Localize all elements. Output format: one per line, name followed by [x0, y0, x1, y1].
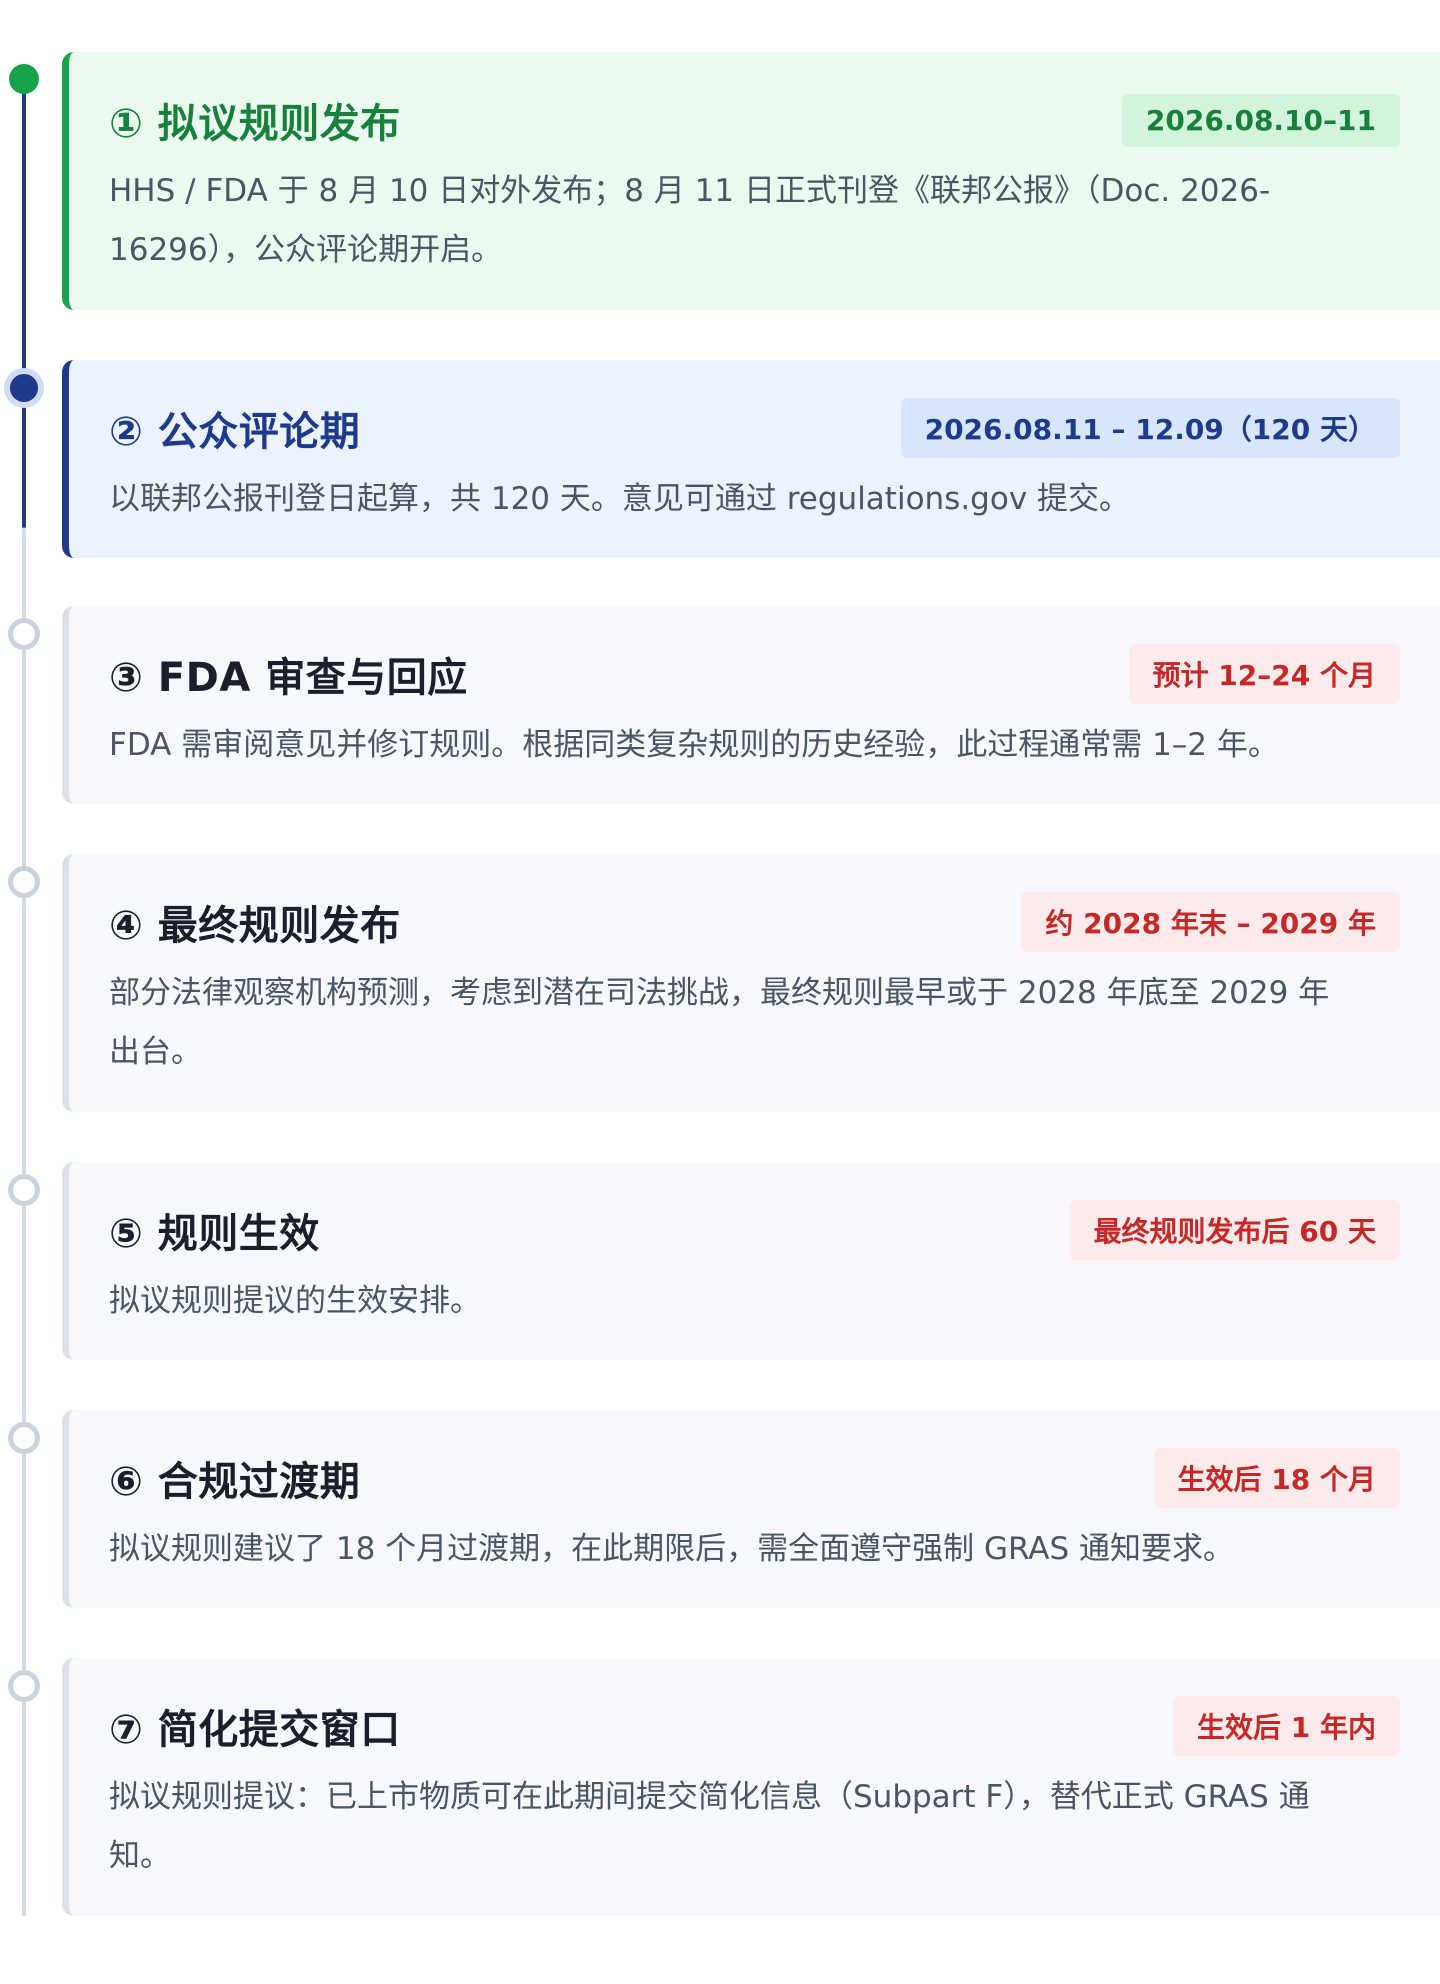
step-5-description: 拟议规则提议的生效安排。	[109, 1283, 481, 1319]
step-1-description: HHS / FDA 于 8 月 10 日对外发布；8 月 11 日正式刊登《联邦…	[109, 173, 1271, 268]
step-5-title: ⑤ 规则生效	[109, 1211, 320, 1257]
step-4-description: 部分法律观察机构预测，考虑到潜在司法挑战，最终规则最早或于 2028 年底至 2…	[109, 975, 1330, 1070]
step-7-header: ⑦ 简化提交窗口 生效后 1 年内	[109, 1696, 1400, 1756]
step-2-date-badge: 2026.08.11 – 12.09（120 天）	[900, 398, 1400, 458]
step-4-date-badge: 约 2028 年末 – 2029 年	[1021, 892, 1400, 952]
step-card-2: ② 公众评论期 2026.08.11 – 12.09（120 天） 以联邦公报刊…	[62, 360, 1440, 558]
timeline-rail-progress	[22, 80, 26, 528]
step-3-title: ③ FDA 审查与回应	[109, 655, 468, 701]
step-7-description: 拟议规则提议：已上市物质可在此期间提交简化信息（Subpart F），替代正式 …	[109, 1779, 1310, 1874]
step-2-title: ② 公众评论期	[109, 409, 361, 455]
step-1-date-badge: 2026.08.10–11	[1121, 93, 1400, 147]
step-card-5: ⑤ 规则生效 最终规则发布后 60 天 拟议规则提议的生效安排。	[62, 1162, 1440, 1360]
timeline: ① 拟议规则发布 2026.08.10–11 HHS / FDA 于 8 月 1…	[0, 0, 1440, 1984]
step-5-date-badge: 最终规则发布后 60 天	[1069, 1200, 1400, 1260]
step-1-title: ① 拟议规则发布	[109, 101, 401, 147]
step-3-dot	[8, 618, 40, 650]
step-4-dot	[8, 866, 40, 898]
timeline-rail-remaining	[22, 528, 26, 1916]
step-6-dot	[8, 1422, 40, 1454]
step-4-title: ④ 最终规则发布	[109, 903, 401, 949]
step-3-description: FDA 需审阅意见并修订规则。根据同类复杂规则的历史经验，此过程通常需 1–2 …	[109, 727, 1279, 763]
step-card-6: ⑥ 合规过渡期 生效后 18 个月 拟议规则建议了 18 个月过渡期，在此期限后…	[62, 1410, 1440, 1608]
step-2-description: 以联邦公报刊登日起算，共 120 天。意见可通过 regulations.gov…	[109, 481, 1131, 517]
step-card-7: ⑦ 简化提交窗口 生效后 1 年内 拟议规则提议：已上市物质可在此期间提交简化信…	[62, 1658, 1440, 1916]
step-3-header: ③ FDA 审查与回应 预计 12–24 个月	[109, 644, 1400, 704]
step-5-header: ⑤ 规则生效 最终规则发布后 60 天	[109, 1200, 1400, 1260]
step-7-dot	[8, 1670, 40, 1702]
step-card-4: ④ 最终规则发布 约 2028 年末 – 2029 年 部分法律观察机构预测，考…	[62, 854, 1440, 1112]
step-6-header: ⑥ 合规过渡期 生效后 18 个月	[109, 1448, 1400, 1508]
step-7-date-badge: 生效后 1 年内	[1173, 1696, 1400, 1756]
step-2-header: ② 公众评论期 2026.08.11 – 12.09（120 天）	[109, 398, 1400, 458]
step-6-date-badge: 生效后 18 个月	[1153, 1448, 1400, 1508]
step-1-dot	[9, 64, 39, 94]
step-card-1: ① 拟议规则发布 2026.08.10–11 HHS / FDA 于 8 月 1…	[62, 52, 1440, 310]
step-2-dot	[4, 368, 44, 408]
step-4-header: ④ 最终规则发布 约 2028 年末 – 2029 年	[109, 892, 1400, 952]
step-6-title: ⑥ 合规过渡期	[109, 1459, 361, 1505]
step-1-header: ① 拟议规则发布 2026.08.10–11	[109, 92, 1400, 148]
step-5-dot	[8, 1174, 40, 1206]
step-7-title: ⑦ 简化提交窗口	[109, 1707, 401, 1753]
step-card-3: ③ FDA 审查与回应 预计 12–24 个月 FDA 需审阅意见并修订规则。根…	[62, 606, 1440, 804]
step-3-date-badge: 预计 12–24 个月	[1128, 644, 1400, 704]
step-6-description: 拟议规则建议了 18 个月过渡期，在此期限后，需全面遵守强制 GRAS 通知要求…	[109, 1531, 1235, 1567]
